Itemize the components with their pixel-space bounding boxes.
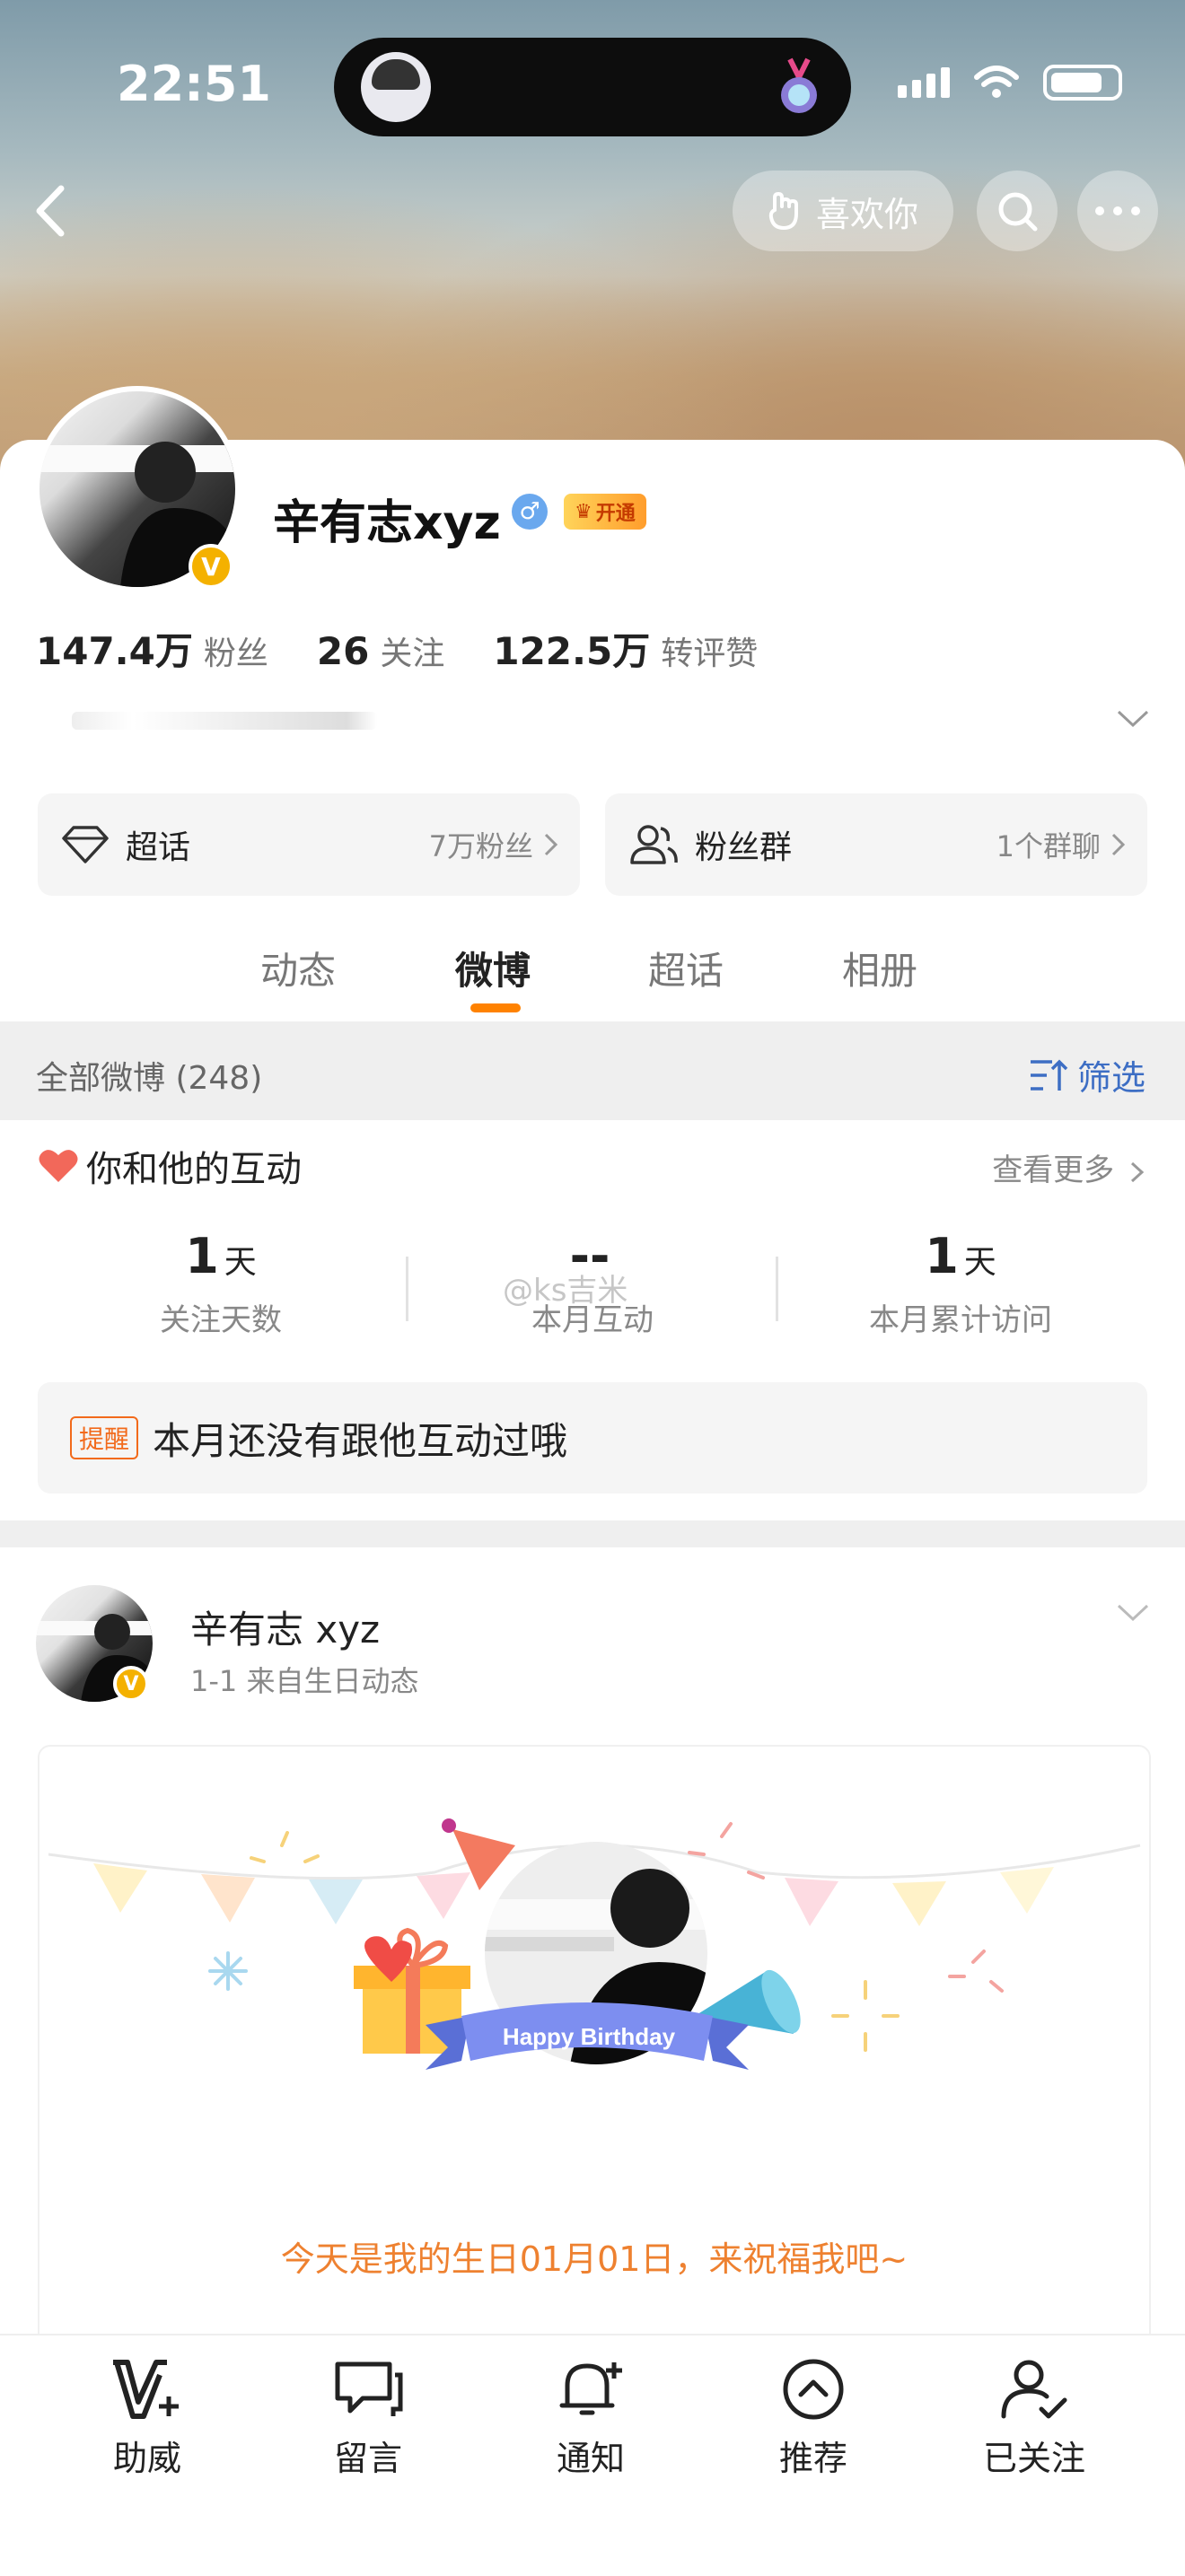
- vip-label: 开通: [595, 503, 636, 525]
- chevron-right-icon: [1111, 833, 1126, 856]
- post-menu-chevron-icon[interactable]: [1117, 1603, 1149, 1623]
- v-plus-icon: [113, 2360, 179, 2419]
- more-icon: [1095, 206, 1140, 215]
- metric-follow-days: 1天 关注天数: [160, 1228, 282, 1338]
- metric-month-visits: 1天 本月累计访问: [869, 1228, 1052, 1338]
- search-icon: [998, 192, 1038, 232]
- supertopic-sub: 7万粉丝: [428, 829, 533, 863]
- post-author-name[interactable]: 辛有志 xyz: [190, 1599, 380, 1654]
- recommend-button[interactable]: 推荐: [742, 2353, 885, 2480]
- dynamic-island: [334, 38, 851, 136]
- group-icon: [630, 825, 678, 864]
- profile-stats: 147.4万 粉丝 26 关注 122.5万 转评赞: [36, 621, 758, 676]
- tab-dynamics[interactable]: 动态: [260, 941, 336, 995]
- supertopic-entry[interactable]: 超话 7万粉丝: [38, 793, 580, 896]
- profile-avatar[interactable]: V: [34, 386, 241, 592]
- like-you-button[interactable]: 喜欢你: [733, 171, 953, 251]
- vip-open-badge[interactable]: ♛ 开通: [564, 494, 646, 530]
- diamond-icon: [62, 826, 109, 863]
- stat-fans[interactable]: 147.4万 粉丝: [36, 621, 268, 676]
- tab-album[interactable]: 相册: [842, 941, 917, 995]
- notice-text: 本月还没有跟他互动过哦: [153, 1418, 568, 1463]
- bell-plus-icon: [559, 2362, 622, 2415]
- birthday-illustration: Happy Birthday: [48, 1818, 1141, 2070]
- cat-icon: [361, 52, 431, 122]
- signal-icon: [898, 67, 950, 98]
- message-button[interactable]: 留言: [296, 2353, 440, 2480]
- tab-supertopic[interactable]: 超话: [648, 941, 724, 995]
- up-circle-icon: [783, 2359, 844, 2420]
- see-more-link[interactable]: 查看更多: [992, 1145, 1146, 1189]
- profile-tabs: 动态 微博 超话 相册: [0, 933, 1185, 1020]
- notice-tag: 提醒: [70, 1416, 139, 1459]
- verified-badge: V: [189, 544, 233, 589]
- status-time: 22:51: [117, 56, 271, 112]
- birthday-card[interactable]: Happy Birthday 今天是我的生日01月01日，来祝福我吧~: [38, 1745, 1151, 2359]
- fan-group-sub: 1个群聊: [996, 829, 1101, 863]
- stat-likes[interactable]: 122.5万 转评赞: [493, 621, 758, 676]
- bio-redacted: [72, 712, 377, 730]
- stat-following[interactable]: 26 关注: [317, 627, 444, 674]
- interaction-title: 你和他的互动: [38, 1140, 302, 1192]
- birthday-message: 今天是我的生日01月01日，来祝福我吧~: [280, 2239, 908, 2279]
- battery-icon: [1043, 65, 1122, 101]
- user-check-icon: [1001, 2360, 1067, 2419]
- cheer-button[interactable]: 助威: [75, 2353, 219, 2480]
- interaction-notice: 提醒 本月还没有跟他互动过哦: [38, 1382, 1147, 1494]
- post-meta: 1-1 来自生日动态: [190, 1664, 419, 1698]
- hand-heart-icon: [768, 191, 798, 231]
- heart-icon: [39, 1150, 78, 1182]
- filter-icon: [1030, 1059, 1068, 1091]
- chevron-right-icon: [544, 833, 558, 856]
- chevron-right-icon: [1130, 1161, 1145, 1182]
- expand-chevron-icon[interactable]: [1117, 709, 1149, 729]
- fan-group-entry[interactable]: 粉丝群 1个群聊: [605, 793, 1147, 896]
- followed-button[interactable]: 已关注: [962, 2353, 1106, 2480]
- happy-birthday-banner: Happy Birthday: [503, 2023, 676, 2050]
- tab-weibo[interactable]: 微博: [455, 941, 531, 995]
- divider: [776, 1257, 778, 1321]
- wifi-icon: [974, 66, 1019, 98]
- medal-icon: [781, 57, 817, 113]
- search-button[interactable]: [977, 171, 1058, 251]
- tab-indicator: [470, 1003, 521, 1012]
- supertopic-title: 超话: [126, 829, 191, 866]
- weibo-count: 全部微博 (248): [36, 1060, 263, 1097]
- crown-icon: ♛: [575, 500, 592, 523]
- post-verified-badge: V: [113, 1666, 149, 1702]
- gender-male-icon: ♂: [512, 494, 548, 530]
- filter-label: 筛选: [1076, 1058, 1146, 1098]
- filter-bar: 全部微博 (248) 筛选: [0, 1021, 1185, 1120]
- bottom-action-bar: 助威 留言 通知 推荐 已关注: [0, 2334, 1185, 2576]
- message-icon: [335, 2361, 403, 2416]
- divider: [406, 1257, 408, 1321]
- fan-group-title: 粉丝群: [695, 829, 793, 866]
- filter-button[interactable]: 筛选: [1029, 1050, 1146, 1100]
- watermark-text: @ks吉米: [503, 1273, 628, 1309]
- profile-name: 辛有志xyz: [273, 496, 501, 550]
- more-button[interactable]: [1077, 171, 1158, 251]
- like-you-label: 喜欢你: [815, 194, 918, 234]
- section-divider: [0, 1520, 1185, 1547]
- notify-button[interactable]: 通知: [519, 2353, 663, 2480]
- status-icons: [898, 65, 1122, 101]
- back-icon[interactable]: [25, 180, 79, 242]
